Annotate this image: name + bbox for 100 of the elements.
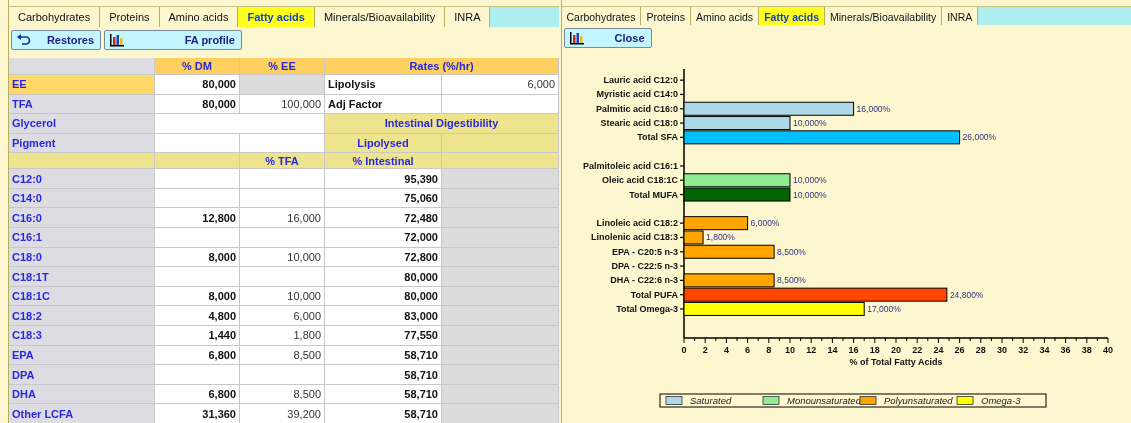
row-header: C18:1T <box>9 267 154 286</box>
section-header: Intestinal Digestibility <box>325 114 558 133</box>
table-cell: 10,000 <box>240 247 324 267</box>
table-cell: 80,000 <box>155 74 239 94</box>
toolbar-button[interactable]: FA profile <box>104 29 242 50</box>
toolbar-button[interactable]: Close <box>563 28 652 48</box>
table-cell: 12,800 <box>155 208 239 228</box>
column-header: % EE <box>240 57 324 74</box>
table-cell: 80,000 <box>325 286 441 306</box>
table-cell: 6,800 <box>155 384 239 404</box>
tick-label: 12 <box>805 345 816 355</box>
chart-legend: Saturated Monounsaturated Polyunsaturated Omega-3 <box>659 393 1046 408</box>
value-label: 10,000% <box>792 175 827 186</box>
category-label: Total PUFA <box>630 289 678 300</box>
tick-label: 4 <box>723 345 729 355</box>
category-label: Stearic acid C18:0 <box>599 118 678 129</box>
column-header: Rates (%/hr) <box>325 57 558 74</box>
tick-label: 38 <box>1081 345 1092 355</box>
tab[interactable]: Amino acids <box>690 7 760 25</box>
tab[interactable]: INRA <box>445 7 491 27</box>
value-label: 17,000% <box>866 303 901 314</box>
tick-label: 36 <box>1060 345 1071 355</box>
category-label: Palmitoleic acid C16:1 <box>582 160 678 171</box>
row-header: EPA <box>9 345 154 365</box>
tab[interactable]: Amino acids <box>159 7 239 27</box>
row-header: Pigment <box>9 133 154 153</box>
bar-chart-icon <box>109 32 125 47</box>
category-label: Total MUFA <box>628 189 678 200</box>
table-cell: 72,000 <box>325 228 441 247</box>
category-label: Palmitic acid C16:0 <box>595 103 678 114</box>
tick-label: 10 <box>784 345 795 355</box>
tick-label: 40 <box>1102 345 1113 355</box>
table-cell: 72,480 <box>325 208 441 228</box>
section-header: Lipolysed <box>325 133 441 153</box>
tab[interactable]: Proteins <box>641 7 691 25</box>
table-cell: 8,500 <box>240 345 324 365</box>
table-cell: 58,710 <box>325 345 441 365</box>
table-cell: 6,000 <box>240 306 324 326</box>
tab[interactable]: Fatty acids <box>759 7 825 25</box>
value-label: 24,800% <box>949 289 983 300</box>
category-label: EPA - C20:5 n-3 <box>611 246 678 257</box>
tick-label: 26 <box>954 345 965 355</box>
row-header: EE <box>9 74 154 94</box>
table-cell: 58,710 <box>325 365 441 384</box>
toolbar-button[interactable]: Restores <box>11 29 101 50</box>
table-cell: 8,000 <box>155 286 239 306</box>
section-header: % Intestinal <box>325 153 441 169</box>
row-header: Other LCFA <box>9 404 154 423</box>
table-cell: 75,060 <box>325 188 441 208</box>
category-label: Myristic acid C14:0 <box>595 89 678 100</box>
table-cell: 58,710 <box>325 384 441 404</box>
tab[interactable]: Proteins <box>100 7 160 27</box>
category-label: Linoleic acid C18:2 <box>596 218 678 229</box>
table-cell: 1,800 <box>240 326 324 345</box>
value-label: 8,500% <box>776 275 806 286</box>
section-header: % TFA <box>240 153 324 169</box>
tick-label: 28 <box>975 345 986 355</box>
field-label: Lipolysis <box>325 74 441 94</box>
category-label: Total Omega-3 <box>615 303 678 314</box>
tick-label: 32 <box>1017 345 1028 355</box>
category-label: DPA - C22:5 n-3 <box>611 261 678 272</box>
value-label: 26,000% <box>962 132 996 143</box>
category-label: Linolenic acid C18:3 <box>590 232 678 243</box>
table-cell: 100,000 <box>240 94 324 114</box>
row-header: C14:0 <box>9 188 154 208</box>
tick-label: 0 <box>681 345 686 355</box>
tick-label: 8 <box>765 345 771 355</box>
value-label: 10,000% <box>792 118 827 129</box>
table-cell: 77,550 <box>325 326 441 345</box>
category-label: Oleic acid C18:1C <box>601 175 678 186</box>
table-cell: 8,500 <box>240 384 324 404</box>
row-header: DHA <box>9 384 154 404</box>
table-cell: 39,200 <box>240 404 324 423</box>
row-header: TFA <box>9 94 154 114</box>
value-label: 16,000% <box>856 103 890 114</box>
column-header: % DM <box>155 57 239 74</box>
tab[interactable]: Carbohydrates <box>9 7 101 27</box>
row-header: Glycerol <box>9 114 154 133</box>
table-cell: 72,800 <box>325 247 441 267</box>
table-cell: 58,710 <box>325 404 441 423</box>
value-label: 10,000% <box>792 189 827 200</box>
row-header: C16:1 <box>9 228 154 247</box>
tick-label: 34 <box>1038 345 1049 355</box>
tab[interactable]: Minerals/Bioavailability <box>314 7 446 27</box>
table-cell: 95,390 <box>325 169 441 188</box>
tick-label: 2 <box>702 345 708 355</box>
tab[interactable]: Minerals/Bioavailability <box>825 7 943 25</box>
field-label: Adj Factor <box>325 94 441 114</box>
tab[interactable]: INRA <box>942 7 979 25</box>
row-header: C18:0 <box>9 247 154 267</box>
category-label: Lauric acid C12:0 <box>603 75 678 86</box>
bar-chart-icon <box>568 31 585 45</box>
row-header: C16:0 <box>9 208 154 228</box>
table-cell: 6,000 <box>442 74 558 94</box>
table-cell: 31,360 <box>155 404 239 423</box>
tab[interactable]: Fatty acids <box>238 7 315 27</box>
tab[interactable]: Carbohydrates <box>561 7 642 25</box>
axis-title: % of Total Fatty Acids <box>849 357 942 367</box>
table-cell: 16,000 <box>240 208 324 228</box>
tick-label: 24 <box>932 345 943 355</box>
